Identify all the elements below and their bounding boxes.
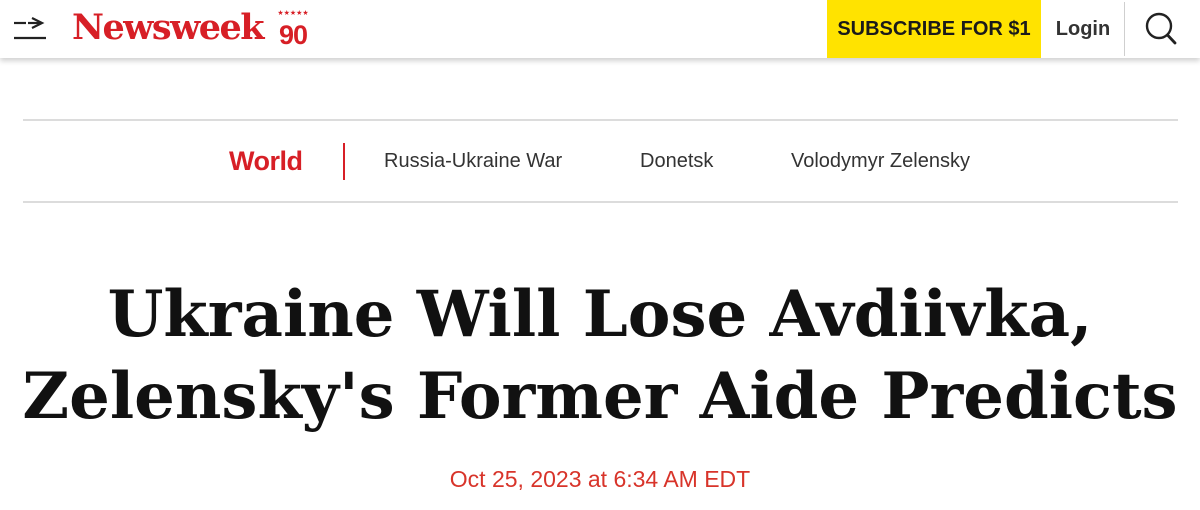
tag-link-volodymyr-zelensky[interactable]: Volodymyr Zelensky (791, 147, 970, 175)
headline-line-2: Zelensky's Former Aide Predicts (22, 359, 1178, 434)
anniversary-badge: ★★★★★ 90 (275, 8, 311, 50)
newsweek-logo[interactable]: Newsweek ★★★★★ 90 (72, 6, 311, 50)
topic-navigation: World Russia-Ukraine War Donetsk Volodym… (23, 119, 1178, 203)
tag-link-donetsk[interactable]: Donetsk (640, 147, 713, 175)
section-link-world[interactable]: World (229, 143, 303, 179)
login-button[interactable]: Login (1041, 0, 1125, 58)
menu-icon[interactable] (12, 14, 48, 44)
headline-line-1: Ukraine Will Lose Avdiivka, (107, 277, 1093, 352)
anniversary-stars: ★★★★★ (277, 10, 309, 17)
site-header: Newsweek ★★★★★ 90 SUBSCRIBE FOR $1 Login (0, 0, 1200, 58)
article-date: Oct 25, 2023 at 6:34 AM EDT (449, 466, 751, 492)
section-divider (343, 143, 345, 180)
search-icon[interactable] (1140, 10, 1180, 48)
tag-link-russia-ukraine-war[interactable]: Russia-Ukraine War (384, 147, 562, 175)
anniversary-number: 90 (278, 20, 308, 50)
header-divider (1124, 2, 1125, 56)
article-headline: Ukraine Will Lose Avdiivka, Zelensky's F… (20, 274, 1180, 438)
subscribe-button[interactable]: SUBSCRIBE FOR $1 (827, 0, 1041, 58)
logo-wordmark: Newsweek (72, 7, 265, 48)
